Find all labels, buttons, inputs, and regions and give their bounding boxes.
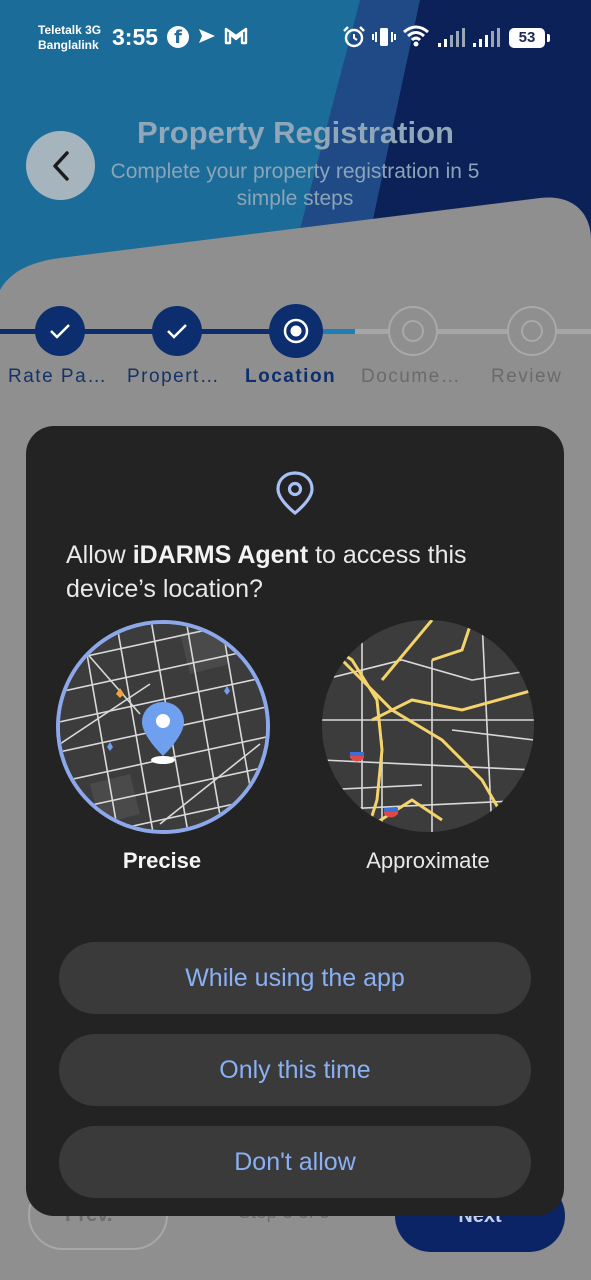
- wifi-icon: [402, 24, 430, 53]
- step-3-indicator[interactable]: [269, 304, 323, 358]
- location-permission-dialog: Allow iDARMS Agent to access this device…: [26, 426, 564, 1216]
- page-title: Property Registration: [137, 115, 454, 150]
- check-icon: [50, 324, 70, 339]
- carrier-line2: Banglalink: [38, 38, 99, 52]
- approximate-map-image: [322, 620, 534, 832]
- precise-label: Precise: [122, 848, 202, 873]
- chevron-left-icon: [52, 150, 69, 181]
- alarm-icon: [342, 26, 366, 54]
- app-name: iDARMS Agent: [132, 541, 309, 569]
- only-this-time-label: Only this time: [219, 1055, 371, 1084]
- precise-location-option[interactable]: [56, 620, 270, 834]
- carrier-info: Teletalk 3G Banglalink: [38, 23, 101, 53]
- step-4-indicator[interactable]: [388, 306, 438, 356]
- facebook-icon: f: [167, 26, 189, 48]
- step-5-indicator[interactable]: [507, 306, 557, 356]
- page-subtitle: Complete your property registration in 5…: [110, 160, 480, 210]
- stepper-line-active: [320, 329, 355, 334]
- vibrate-icon: [372, 26, 396, 53]
- carrier-line1: Teletalk 3G: [38, 23, 102, 37]
- signal-strength-icon: [472, 28, 500, 53]
- step-2-label: Propert…: [127, 366, 221, 387]
- location-pin-icon: [275, 470, 315, 521]
- radio-empty-icon: [521, 320, 543, 342]
- radio-selected-icon: [283, 318, 309, 344]
- step-3-label: Location: [245, 366, 337, 387]
- permission-message: Allow iDARMS Agent to access this device…: [66, 538, 536, 606]
- step-4-label: Docume…: [361, 366, 462, 387]
- battery-indicator: 53: [509, 28, 550, 48]
- while-using-label: While using the app: [185, 963, 405, 992]
- progress-stepper: Rate Pa… Propert… Location Docume… Revie…: [0, 300, 591, 400]
- step-1-indicator[interactable]: [35, 306, 85, 356]
- dont-allow-label: Don't allow: [234, 1147, 356, 1176]
- step-5-label: Review: [491, 366, 563, 387]
- step-1-label: Rate Pa…: [8, 366, 108, 387]
- approximate-label: Approximate: [366, 848, 490, 873]
- while-using-app-button[interactable]: While using the app: [59, 942, 531, 1014]
- message-prefix: Allow: [66, 541, 133, 569]
- clock: 3:55: [112, 24, 159, 50]
- step-2-indicator[interactable]: [152, 306, 202, 356]
- precise-map-image: [60, 624, 266, 830]
- only-this-time-button[interactable]: Only this time: [59, 1034, 531, 1106]
- signal-strength-icon: [437, 28, 465, 53]
- approximate-location-option[interactable]: [322, 620, 534, 832]
- dont-allow-button[interactable]: Don't allow: [59, 1126, 531, 1198]
- check-icon: [167, 324, 187, 339]
- radio-empty-icon: [402, 320, 424, 342]
- status-bar: Teletalk 3G Banglalink 3:55 f 53: [0, 0, 591, 80]
- send-icon: [197, 26, 217, 51]
- gmail-icon: [224, 26, 248, 52]
